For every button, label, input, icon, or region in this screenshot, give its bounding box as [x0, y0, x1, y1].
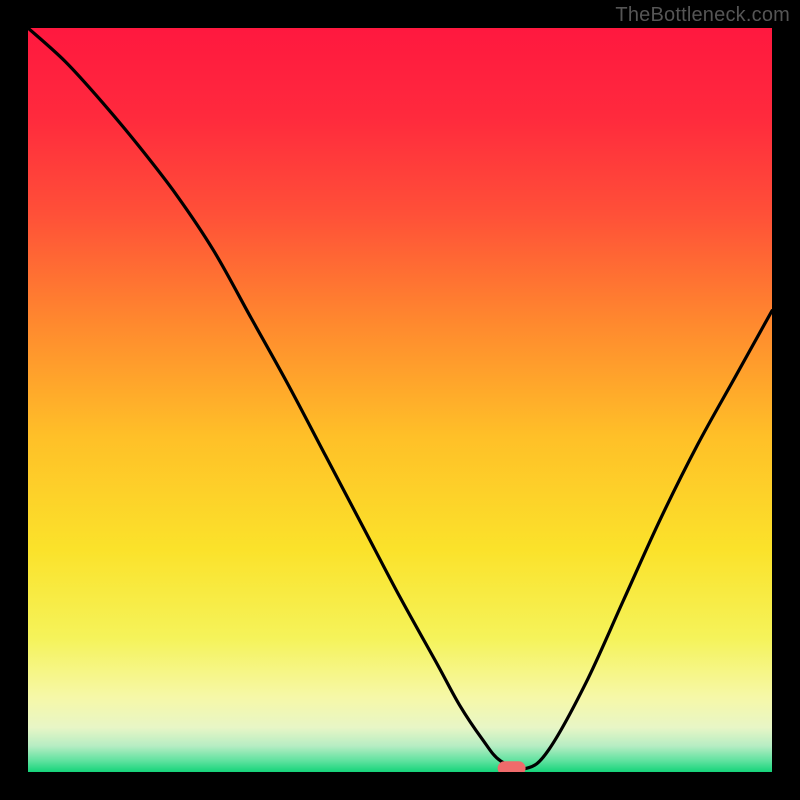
chart-svg [28, 28, 772, 772]
plot-area [28, 28, 772, 772]
chart-frame: TheBottleneck.com [0, 0, 800, 800]
bottleneck-marker [498, 761, 526, 772]
watermark-text: TheBottleneck.com [615, 4, 790, 27]
gradient-background [28, 28, 772, 772]
